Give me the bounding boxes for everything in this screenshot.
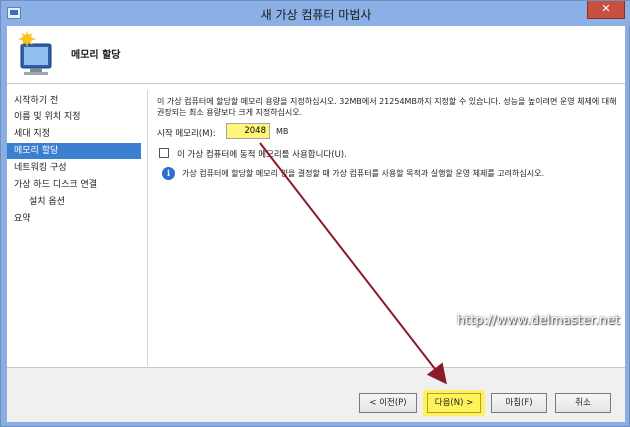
wizard-header: 메모리 할당 xyxy=(7,26,625,84)
info-icon: i xyxy=(162,167,175,180)
nav-item-generation[interactable]: 세대 지정 xyxy=(7,126,141,142)
nav-item-name-location[interactable]: 이름 및 위치 지정 xyxy=(7,109,141,125)
nav-item-summary[interactable]: 요약 xyxy=(7,211,141,227)
memory-description: 이 가상 컴퓨터에 할당할 메모리 용량을 지정하십시오. 32MB에서 212… xyxy=(157,97,617,117)
nav-divider xyxy=(147,90,148,366)
page-title: 메모리 할당 xyxy=(71,50,121,61)
nav-item-networking[interactable]: 네트워킹 구성 xyxy=(7,160,141,176)
back-button[interactable]: < 이전(P) xyxy=(359,393,417,413)
next-button[interactable]: 다음(N) > xyxy=(427,393,481,413)
window-frame: 새 가상 컴퓨터 마법사 ✕ 메모리 할당 시작하기 전 이름 및 위치 지정 … xyxy=(0,0,630,427)
title-bar[interactable]: 새 가상 컴퓨터 마법사 ✕ xyxy=(1,1,630,26)
nav-item-virtual-hard-disk[interactable]: 가상 하드 디스크 연결 xyxy=(7,177,141,193)
window-title: 새 가상 컴퓨터 마법사 xyxy=(260,8,372,22)
memory-unit: MB xyxy=(276,127,289,136)
wizard-footer: < 이전(P) 다음(N) > 마침(F) 취소 xyxy=(7,367,625,422)
close-button[interactable]: ✕ xyxy=(587,1,625,19)
wizard-client: 메모리 할당 시작하기 전 이름 및 위치 지정 세대 지정 메모리 할당 네트… xyxy=(7,26,625,422)
finish-button[interactable]: 마침(F) xyxy=(491,393,547,413)
watermark-text: http://www.delmaster.net xyxy=(457,312,621,327)
dynamic-memory-label[interactable]: 이 가상 컴퓨터에 동적 메모리를 사용합니다(U). xyxy=(177,148,347,160)
startup-memory-label: 시작 메모리(M): xyxy=(157,129,216,139)
nav-item-before-you-begin[interactable]: 시작하기 전 xyxy=(7,93,141,109)
nav-item-memory[interactable]: 메모리 할당 xyxy=(7,143,141,159)
info-text: 가상 컴퓨터에 할당할 메모리 양을 결정할 때 가상 컴퓨터를 사용할 목적과… xyxy=(182,169,544,178)
dynamic-memory-checkbox[interactable] xyxy=(159,148,169,158)
wizard-computer-icon xyxy=(18,30,52,75)
wizard-nav: 시작하기 전 이름 및 위치 지정 세대 지정 메모리 할당 네트워킹 구성 가… xyxy=(7,85,147,367)
nav-item-installation-options[interactable]: 설치 옵션 xyxy=(7,194,141,210)
startup-memory-input[interactable] xyxy=(226,123,270,139)
cancel-button[interactable]: 취소 xyxy=(555,393,611,413)
